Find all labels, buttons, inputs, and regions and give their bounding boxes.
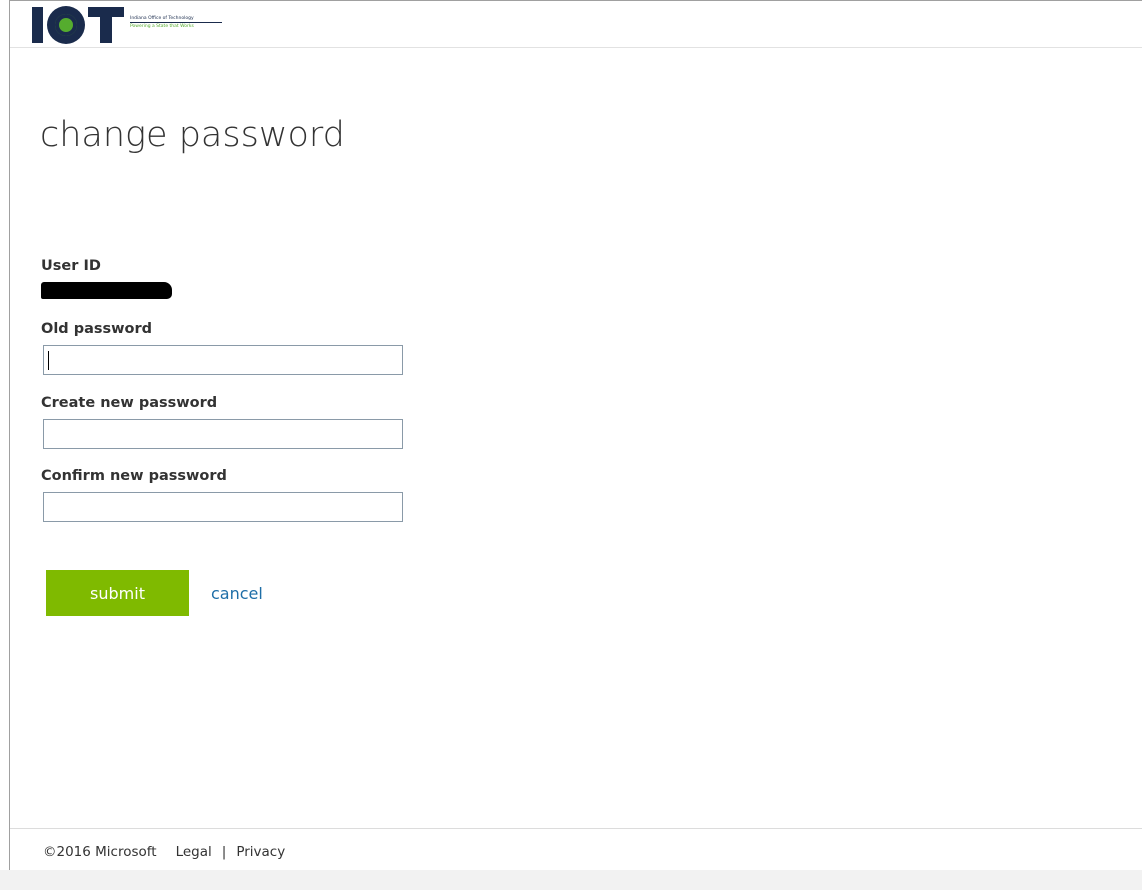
user-id-label: User ID xyxy=(41,258,101,274)
old-password-label: Old password xyxy=(41,321,153,337)
logo-mark xyxy=(32,6,124,44)
logo-letter-i xyxy=(32,7,43,43)
new-password-field[interactable] xyxy=(43,419,403,449)
user-id-value-redacted xyxy=(41,282,172,299)
bottom-strip xyxy=(0,870,1142,890)
submit-button[interactable]: submit xyxy=(46,570,189,616)
header: Indiana Office of Technology Powering a … xyxy=(10,1,1142,48)
old-password-field[interactable] xyxy=(43,345,403,375)
cancel-link[interactable]: cancel xyxy=(211,584,263,603)
confirm-password-field[interactable] xyxy=(43,492,403,522)
iot-logo: Indiana Office of Technology Powering a … xyxy=(32,6,222,44)
new-password-label: Create new password xyxy=(41,395,218,411)
confirm-password-label: Confirm new password xyxy=(41,468,227,484)
footer-privacy-link[interactable]: Privacy xyxy=(236,844,285,860)
page-title: change password xyxy=(40,115,345,155)
logo-tagline: Indiana Office of Technology Powering a … xyxy=(130,16,222,30)
text-caret xyxy=(48,351,49,370)
logo-letter-o xyxy=(47,6,85,44)
footer-legal-link[interactable]: Legal xyxy=(176,844,212,860)
footer-copyright: ©2016 Microsoft xyxy=(43,844,157,860)
logo-line1: Indiana Office of Technology xyxy=(130,16,222,23)
logo-letter-t xyxy=(88,7,124,43)
logo-line2: Powering a State that Works xyxy=(130,24,194,29)
footer-separator: | xyxy=(221,844,227,860)
footer: ©2016 Microsoft Legal | Privacy xyxy=(10,828,1142,870)
